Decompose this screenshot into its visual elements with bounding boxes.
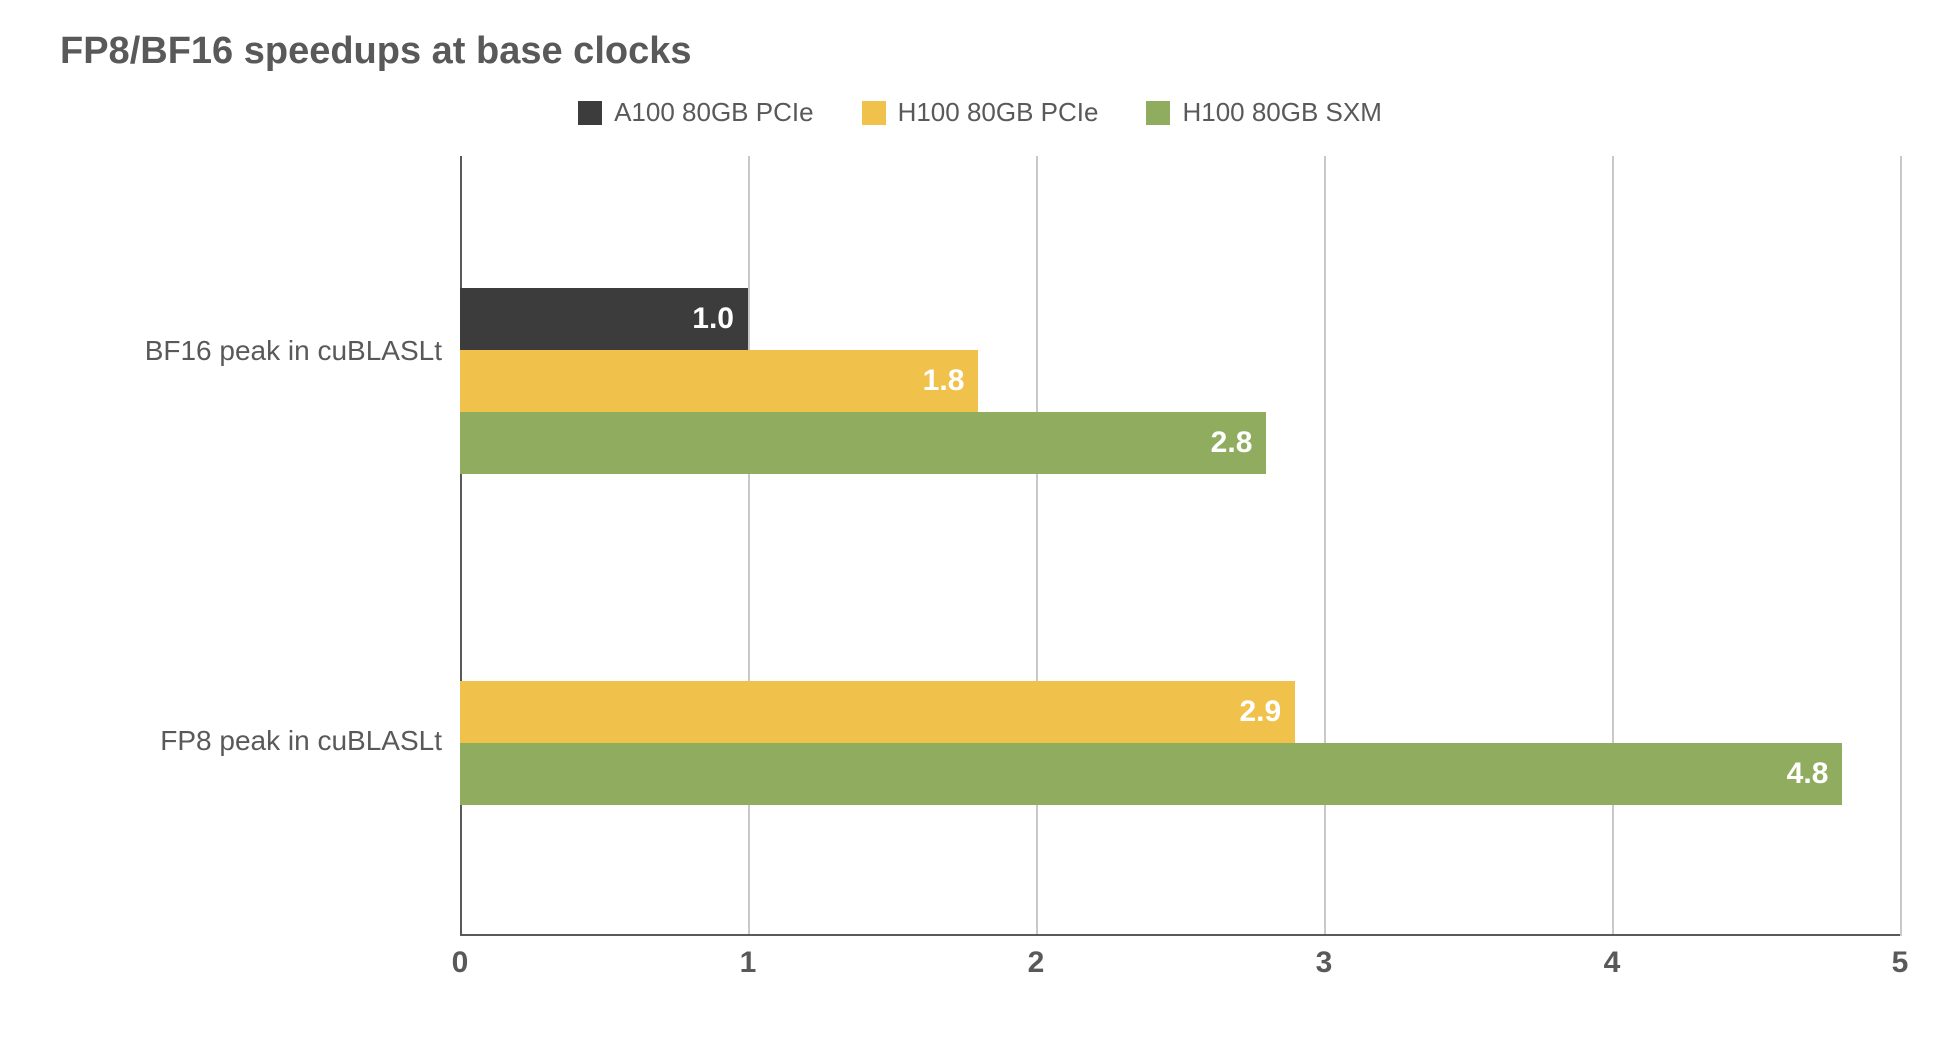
x-tick-label: 0 [452,946,469,980]
legend-item: H100 80GB SXM [1146,97,1381,128]
y-category-label: BF16 peak in cuBLASLt [60,335,460,367]
x-tick-label: 1 [740,946,757,980]
x-axis-ticks: 0 1 2 3 4 5 [460,936,1900,996]
chart-title: FP8/BF16 speedups at base clocks [60,30,1900,73]
legend-swatch [1146,101,1170,125]
grid-line [1900,156,1902,936]
bar: 1.0 [460,288,748,350]
legend-item: A100 80GB PCIe [578,97,813,128]
y-axis-labels: BF16 peak in cuBLASLt FP8 peak in cuBLAS… [60,156,460,936]
y-category-label: FP8 peak in cuBLASLt [60,725,460,757]
legend-swatch [578,101,602,125]
chart-area: BF16 peak in cuBLASLt FP8 peak in cuBLAS… [60,156,1900,936]
x-tick-label: 2 [1028,946,1045,980]
bar: 1.8 [460,350,978,412]
bar: 2.8 [460,412,1266,474]
legend-label: H100 80GB SXM [1182,97,1381,128]
legend: A100 80GB PCIe H100 80GB PCIe H100 80GB … [60,97,1900,128]
legend-label: A100 80GB PCIe [614,97,813,128]
legend-swatch [862,101,886,125]
bar: 2.9 [460,681,1295,743]
bar: 4.8 [460,743,1842,805]
plot-area: 1.0 1.8 2.8 2.9 4.8 [460,156,1900,936]
legend-label: H100 80GB PCIe [898,97,1099,128]
x-tick-label: 4 [1604,946,1621,980]
bar-group: 2.9 4.8 [460,681,1900,805]
x-tick-label: 5 [1892,946,1909,980]
bars-container: 1.0 1.8 2.8 2.9 4.8 [460,156,1900,936]
x-tick-label: 3 [1316,946,1333,980]
legend-item: H100 80GB PCIe [862,97,1099,128]
bar-group: 1.0 1.8 2.8 [460,288,1900,474]
